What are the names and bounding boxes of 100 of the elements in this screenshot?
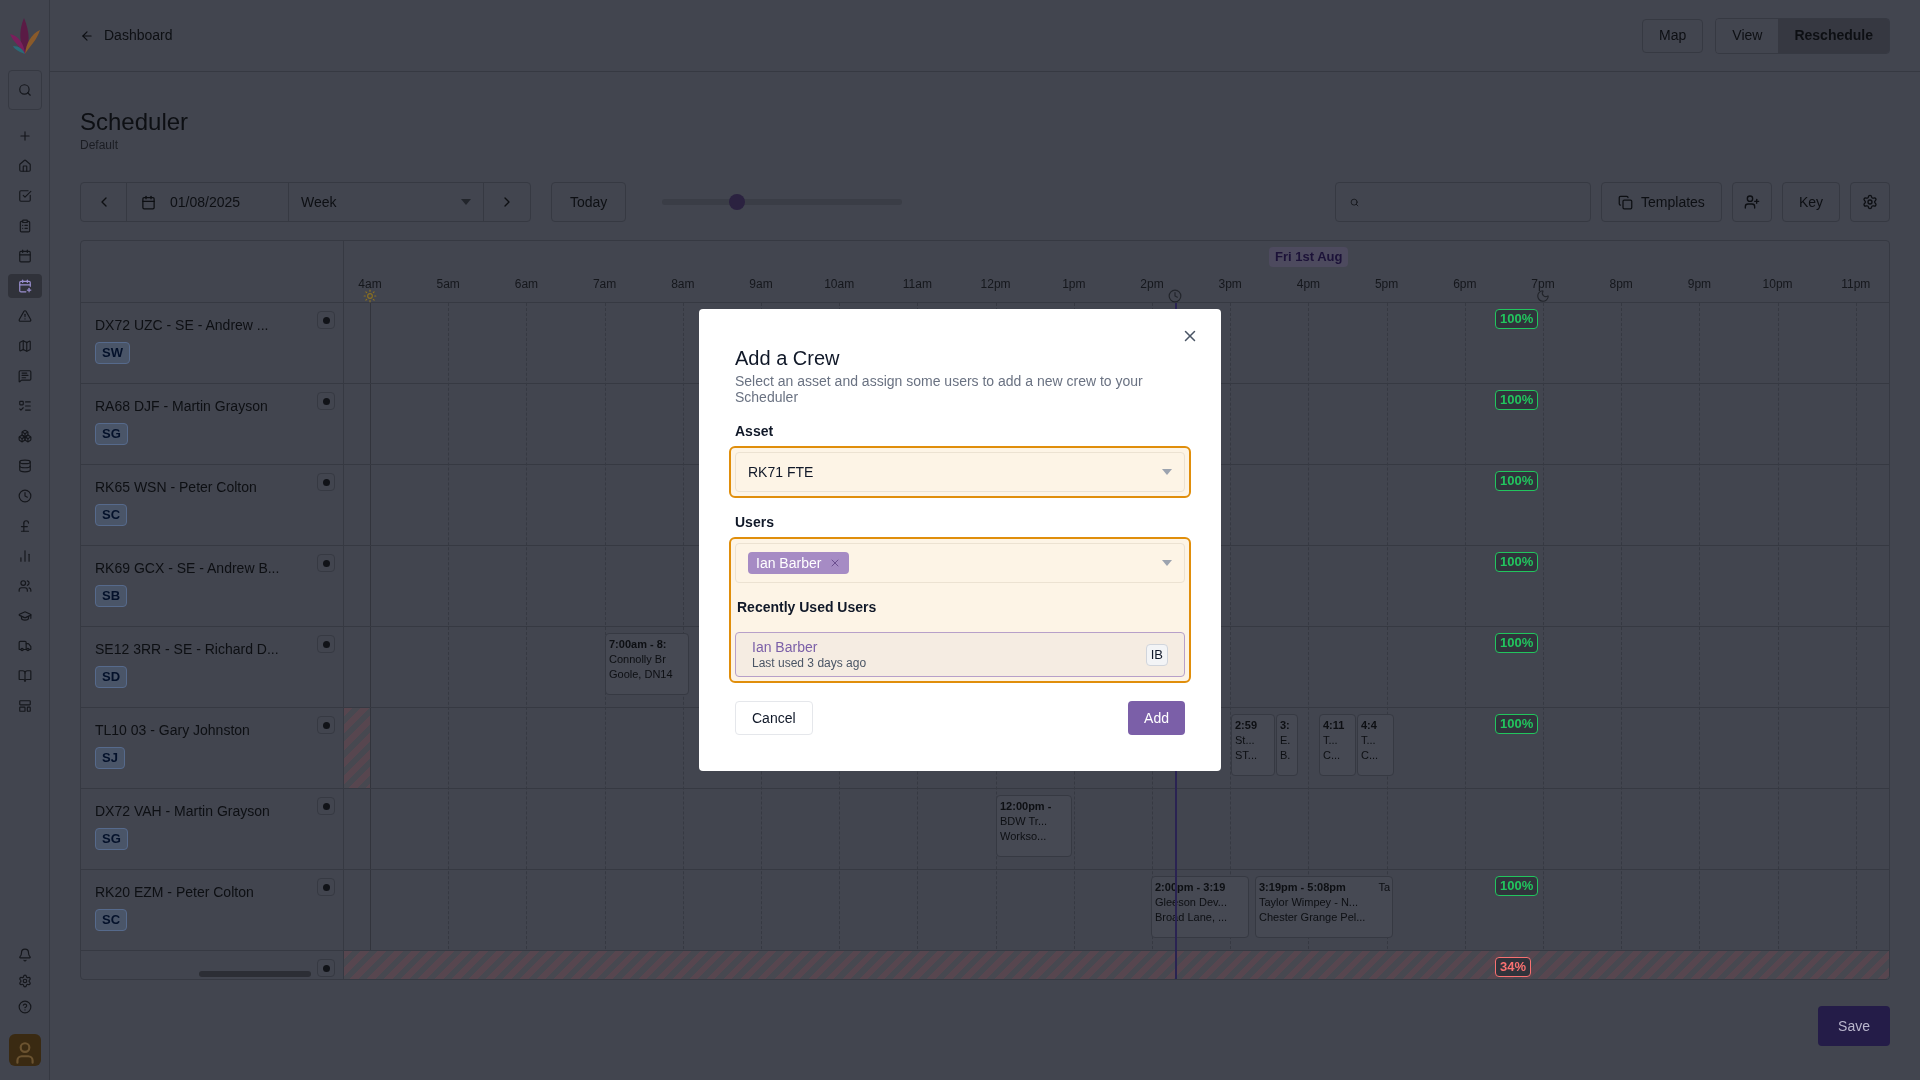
map-icon bbox=[17, 339, 32, 353]
moon-icon bbox=[1536, 289, 1550, 303]
nav-search-button[interactable] bbox=[7, 70, 42, 110]
date-field[interactable]: 01/08/2025 bbox=[127, 183, 289, 221]
utilisation-badge: 100% bbox=[1495, 309, 1539, 329]
crew-initials-tag: SC bbox=[95, 909, 128, 931]
utilisation-badge: 34% bbox=[1495, 957, 1532, 977]
settings-icon bbox=[1862, 194, 1878, 210]
job-text: Goole, DN14 bbox=[609, 667, 673, 682]
crew-name: RA68 DJF - Martin Grayson bbox=[95, 397, 268, 416]
crew-initials-tag: SJ bbox=[95, 747, 125, 769]
dialog-description: Select an asset and assign some users to add a new crew to your Scheduler bbox=[735, 373, 1144, 405]
search-icon bbox=[17, 83, 32, 97]
recent-user-item[interactable]: Ian Barber Last used 3 days ago IB bbox=[735, 632, 1185, 677]
crew-initials-tag: SB bbox=[95, 585, 128, 607]
nav-calendar-plus-button[interactable] bbox=[7, 274, 42, 298]
copy-icon bbox=[1618, 194, 1634, 210]
crew-name: RK69 GCX - SE - Andrew B... bbox=[95, 559, 280, 578]
caret-icon bbox=[1162, 560, 1172, 566]
warning-icon bbox=[17, 309, 32, 323]
job-card[interactable]: 2:59 St... ST... bbox=[1231, 714, 1275, 776]
cancel-button[interactable]: Cancel bbox=[735, 701, 813, 735]
job-text: Workso... bbox=[1000, 829, 1047, 844]
recent-users-heading: Recently Used Users bbox=[736, 598, 878, 617]
utilisation-badge: 100% bbox=[1495, 714, 1539, 734]
utilisation-badge: 100% bbox=[1495, 633, 1539, 653]
job-text: Connolly Br bbox=[609, 652, 666, 667]
job-text: 4:4 bbox=[1361, 718, 1377, 733]
avatar[interactable] bbox=[8, 1034, 41, 1066]
help-icon[interactable] bbox=[17, 1000, 32, 1014]
message-icon bbox=[17, 369, 32, 383]
settings-button[interactable] bbox=[1850, 182, 1890, 222]
user-initials-badge: IB bbox=[1145, 643, 1168, 666]
job-text: 3:19pm - 5:08pm bbox=[1259, 880, 1346, 895]
users-select[interactable]: Ian Barber bbox=[735, 543, 1185, 583]
crew-initials-tag: SW bbox=[95, 342, 130, 364]
zoom-slider-thumb[interactable] bbox=[728, 194, 745, 210]
job-card[interactable]: 7:00am - 8: Connolly Br Goole, DN14 bbox=[605, 633, 689, 695]
add-button[interactable]: Add bbox=[1128, 701, 1185, 735]
database-icon bbox=[17, 459, 32, 473]
job-card[interactable]: 4:4 T... C... bbox=[1357, 714, 1394, 776]
checkbox-icon bbox=[17, 189, 32, 203]
calendar-icon bbox=[17, 249, 32, 263]
range-select[interactable]: Week bbox=[289, 183, 484, 221]
day-label: Fri 1st Aug bbox=[1269, 247, 1349, 267]
crew-name: DX72 UZC - SE - Andrew ... bbox=[95, 316, 269, 335]
job-text: 3: bbox=[1280, 718, 1290, 733]
save-button[interactable]: Save bbox=[1818, 1006, 1890, 1046]
job-text: ST... bbox=[1235, 748, 1257, 763]
crew-name: RK65 WSN - Peter Colton bbox=[95, 478, 257, 497]
job-text: C... bbox=[1323, 748, 1341, 763]
sun-icon bbox=[363, 289, 377, 303]
boxes-icon bbox=[17, 429, 32, 443]
caret-icon bbox=[1162, 469, 1172, 475]
map-button[interactable]: Map bbox=[1642, 18, 1704, 53]
plus-icon bbox=[17, 129, 32, 143]
clipboard-icon bbox=[17, 219, 32, 233]
job-card[interactable]: 12:00pm - BDW Tr... Workso... bbox=[996, 795, 1072, 857]
calendar-plus-icon bbox=[17, 279, 32, 293]
key-button[interactable]: Key bbox=[1781, 182, 1840, 222]
search-field[interactable] bbox=[1335, 182, 1592, 222]
job-text: 4:11 bbox=[1323, 718, 1345, 733]
bar-chart-icon bbox=[17, 549, 32, 563]
job-tag: Ta bbox=[1378, 880, 1390, 895]
today-button[interactable]: Today bbox=[551, 182, 627, 222]
page-title: Scheduler bbox=[80, 108, 190, 136]
crew-initials-tag: SG bbox=[95, 828, 128, 850]
job-text: St... bbox=[1235, 733, 1255, 748]
graduation-cap-icon bbox=[17, 609, 32, 623]
scrollbar-thumb[interactable] bbox=[199, 971, 311, 977]
asset-label: Asset bbox=[735, 422, 774, 441]
job-card[interactable]: 4:11 T... C... bbox=[1319, 714, 1356, 776]
job-text: 12:00pm - bbox=[1000, 799, 1052, 814]
users-label: Users bbox=[735, 513, 774, 532]
dialog-title: Add a Crew bbox=[735, 346, 841, 371]
templates-button[interactable]: Templates bbox=[1601, 182, 1722, 222]
utilisation-badge: 100% bbox=[1495, 471, 1539, 491]
crew-initials-tag: SG bbox=[95, 423, 128, 445]
bell-icon[interactable] bbox=[17, 948, 32, 962]
crew-name: DX72 VAH - Martin Grayson bbox=[95, 802, 270, 821]
job-card[interactable]: 3:19pm - 5:08pm Ta Taylor Wimpey - N... Chester Grange Pel... bbox=[1255, 876, 1393, 938]
job-text: Chester Grange Pel... bbox=[1259, 910, 1366, 925]
crew-name: TL10 03 - Gary Johnston bbox=[95, 721, 250, 740]
truck-icon bbox=[17, 639, 32, 653]
job-text: C... bbox=[1361, 748, 1379, 763]
add-user-button[interactable] bbox=[1731, 182, 1772, 222]
clock-icon bbox=[1168, 289, 1182, 303]
job-text: T... bbox=[1323, 733, 1338, 748]
job-card[interactable]: 3: E. B. bbox=[1276, 714, 1298, 776]
user-chip[interactable]: Ian Barber bbox=[748, 552, 850, 574]
book-icon bbox=[17, 669, 32, 683]
utilisation-badge: 100% bbox=[1495, 390, 1539, 410]
job-text: BDW Tr... bbox=[1000, 814, 1048, 829]
utilisation-badge: 100% bbox=[1495, 552, 1539, 572]
settings-icon[interactable] bbox=[17, 974, 32, 988]
crew-initials-tag: SD bbox=[95, 666, 128, 688]
utilisation-badge: 100% bbox=[1495, 876, 1539, 896]
dashboard-link[interactable]: Dashboard bbox=[80, 25, 173, 46]
layout-icon bbox=[17, 699, 32, 713]
asset-select[interactable]: RK71 FTE bbox=[735, 452, 1185, 492]
